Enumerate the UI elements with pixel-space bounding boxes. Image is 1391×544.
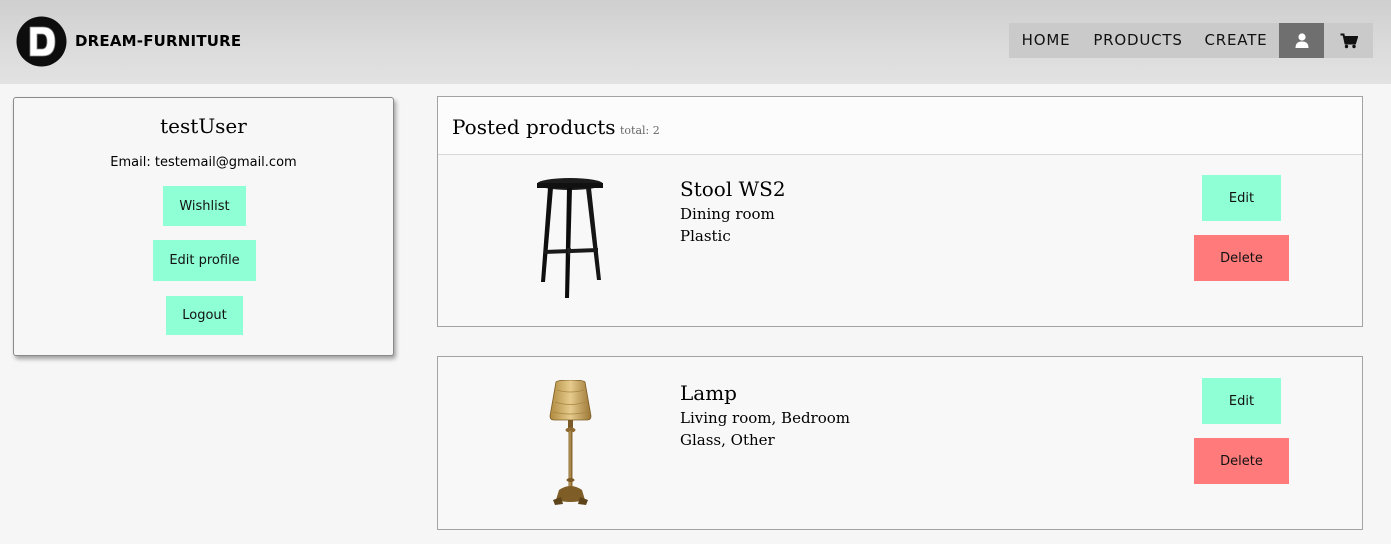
email-label: Email:	[110, 155, 151, 170]
profile-email-row: Email: testemail@gmail.com	[14, 155, 393, 170]
delete-product-button[interactable]: Delete	[1194, 438, 1289, 484]
nav-user-button[interactable]	[1279, 23, 1324, 58]
product-materials: Glass, Other	[680, 431, 775, 449]
site-header: DREAM-FURNITURE HOME PRODUCTS CREATE	[0, 0, 1391, 84]
logout-button[interactable]: Logout	[166, 296, 243, 335]
wishlist-button[interactable]: Wishlist	[163, 186, 246, 226]
nav-home[interactable]: HOME	[1009, 23, 1083, 58]
user-icon	[1295, 33, 1308, 48]
posted-products-header: Posted products total: 2	[438, 97, 1362, 155]
product-materials: Plastic	[680, 227, 731, 245]
posted-products-title: Posted products	[452, 115, 616, 139]
cart-icon	[1340, 33, 1358, 48]
posted-products-panel: Posted products total: 2 Stool WS2 Dinin…	[437, 96, 1363, 327]
edit-product-button[interactable]: Edit	[1202, 175, 1281, 221]
product-rooms: Dining room	[680, 205, 775, 223]
stool-image[interactable]	[534, 176, 606, 302]
brand-logo[interactable]	[16, 16, 67, 67]
product-rooms: Living room, Bedroom	[680, 409, 851, 427]
product-name[interactable]: Stool WS2	[680, 177, 786, 201]
brand-name[interactable]: DREAM-FURNITURE	[75, 32, 241, 50]
profile-username: testUser	[160, 114, 247, 138]
profile-card: testUser Email: testemail@gmail.com Wish…	[13, 97, 394, 356]
edit-product-button[interactable]: Edit	[1202, 378, 1281, 424]
product-item: Lamp Living room, Bedroom Glass, Other E…	[437, 356, 1363, 530]
email-value: testemail@gmail.com	[154, 155, 297, 170]
nav-products[interactable]: PRODUCTS	[1083, 23, 1193, 58]
nav-create[interactable]: CREATE	[1193, 23, 1279, 58]
product-name[interactable]: Lamp	[680, 381, 737, 405]
product-item: Stool WS2 Dining room Plastic Edit Delet…	[438, 154, 1362, 326]
edit-profile-button[interactable]: Edit profile	[153, 240, 256, 281]
delete-product-button[interactable]: Delete	[1194, 235, 1289, 281]
posted-products-total: total: 2	[620, 124, 660, 137]
lamp-image[interactable]	[547, 380, 594, 505]
nav-cart-button[interactable]	[1324, 23, 1373, 58]
main-nav: HOME PRODUCTS CREATE	[1009, 23, 1373, 58]
